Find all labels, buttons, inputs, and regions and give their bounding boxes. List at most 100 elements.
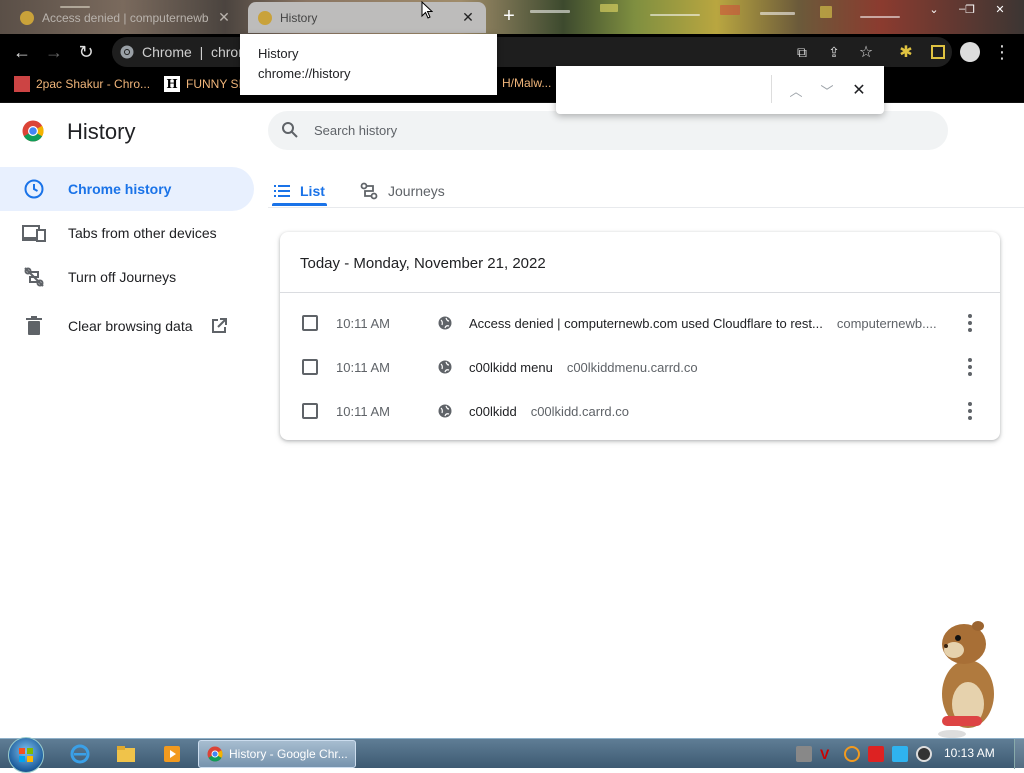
open-external-icon (211, 318, 227, 334)
divider (280, 292, 1000, 293)
close-tab-icon[interactable]: ✕ (216, 9, 232, 26)
bookmark-favicon-icon (14, 76, 30, 92)
entry-time: 10:11 AM (336, 315, 390, 331)
taskbar-chrome-window[interactable]: History - Google Chr... (198, 740, 356, 768)
day-header: Today - Monday, November 21, 2022 (300, 255, 546, 272)
entry-title-link[interactable]: Access denied | computernewb.com used Cl… (469, 316, 823, 331)
tab-journeys[interactable]: Journeys (360, 174, 445, 208)
find-next-icon[interactable]: ﹀ (816, 79, 838, 101)
tray-monitor-icon[interactable] (892, 746, 908, 762)
find-previous-icon[interactable]: ︿ (785, 79, 807, 101)
find-bar: ︿ ﹀ ✕ (556, 66, 884, 114)
history-entry[interactable]: 10:11 AM c00lkidd c00lkidd.carrd.co (280, 389, 1000, 433)
tab-hover-card: History chrome://history (240, 34, 497, 95)
chrome-logo-icon (22, 120, 44, 142)
entry-checkbox[interactable] (302, 315, 318, 331)
tab-title: Access denied | computernewb... (42, 10, 208, 25)
tray-flag-icon[interactable] (868, 746, 884, 762)
sidebar-item-turn-off-journeys[interactable]: Turn off Journeys (0, 255, 254, 299)
sidebar-item-clear-browsing-data[interactable]: Clear browsing data (0, 304, 254, 348)
tab-access-denied[interactable]: Access denied | computernewb... ✕ (10, 2, 242, 33)
tray-search-icon[interactable] (844, 746, 860, 762)
globe-icon (438, 316, 452, 330)
sidebar-item-label: Tabs from other devices (68, 225, 217, 241)
bookmark-label: 2pac Shakur - Chro... (36, 77, 151, 91)
page-title: History (67, 119, 136, 144)
tray-v-icon[interactable]: V (820, 746, 836, 762)
close-window-icon[interactable]: ✕ (986, 0, 1014, 18)
new-tab-button[interactable]: + (498, 6, 520, 28)
sidebar-item-label: Turn off Journeys (68, 269, 177, 285)
entry-title-link[interactable]: c00lkidd menu (469, 360, 553, 375)
h-favicon-icon: H (164, 76, 180, 92)
search-icon (281, 121, 299, 139)
mouse-cursor-icon (421, 1, 433, 19)
back-icon[interactable]: ← (10, 40, 34, 64)
bookmark-label: FUNNY SI (186, 77, 242, 91)
chrome-logo-icon (207, 746, 223, 762)
history-favicon-icon (258, 10, 272, 25)
devices-icon (0, 224, 68, 242)
find-input[interactable] (568, 76, 764, 104)
globe-icon (438, 404, 452, 418)
chrome-logo-icon (120, 45, 134, 59)
media-player-icon[interactable] (160, 742, 184, 766)
restore-icon[interactable]: ❐ (956, 0, 984, 18)
lens-icon[interactable]: ⧉ (790, 40, 814, 64)
bookmark-label: H/Malw... (502, 76, 552, 90)
history-page: History Search history Chrome history Ta… (0, 104, 1024, 738)
forward-icon[interactable]: → (42, 40, 66, 64)
tray-volume-icon[interactable] (916, 746, 932, 762)
share-icon[interactable]: ⇪ (822, 40, 846, 64)
entry-time: 10:11 AM (336, 359, 390, 375)
entry-domain: c00lkiddmenu.carrd.co (566, 359, 698, 375)
sidebar-item-label: Chrome history (68, 181, 172, 197)
address-text: Chrome | chrom (142, 44, 250, 60)
entry-domain: c00lkidd.carrd.co (530, 403, 629, 419)
tab-history[interactable]: History ✕ (248, 2, 486, 33)
bookmark-item[interactable]: 2pac Shakur - Chro... (14, 76, 150, 92)
hamster-desktop-pet (918, 616, 1008, 738)
clock-icon (0, 179, 68, 199)
reload-icon[interactable]: ↻ (74, 40, 98, 64)
bookmark-item[interactable]: H FUNNY SI (164, 76, 242, 92)
tray-app-icon[interactable] (796, 746, 812, 762)
bookmark-item[interactable]: H/Malw... (502, 76, 551, 90)
divider (771, 75, 772, 103)
tabs-divider (268, 207, 1024, 208)
show-desktop-button[interactable] (1014, 739, 1024, 769)
history-day-card: Today - Monday, November 21, 2022 10:11 … (280, 232, 1000, 440)
browser-toolbar: ← → ↻ Chrome | chrom ⧉ ⇪ ☆ ✱ ⋮ (0, 34, 1024, 70)
list-icon (274, 185, 290, 197)
more-actions-icon[interactable] (960, 401, 980, 421)
tab-strip: Access denied | computernewb... ✕ Histor… (0, 0, 1024, 34)
tab-label: Journeys (388, 183, 445, 199)
tab-label: List (300, 183, 325, 199)
site-favicon-icon (20, 10, 34, 25)
entry-checkbox[interactable] (302, 403, 318, 419)
side-panel-icon[interactable] (926, 40, 950, 64)
bookmark-star-icon[interactable]: ☆ (854, 40, 878, 64)
history-entry[interactable]: 10:11 AM Access denied | computernewb.co… (280, 301, 1000, 345)
close-tab-icon[interactable]: ✕ (460, 9, 476, 26)
system-clock[interactable]: 10:13 AM (944, 746, 995, 760)
file-explorer-icon[interactable] (114, 742, 138, 766)
sidebar-item-tabs-other-devices[interactable]: Tabs from other devices (0, 211, 254, 255)
internet-explorer-icon[interactable] (68, 742, 92, 766)
menu-kebab-icon[interactable]: ⋮ (990, 40, 1014, 64)
more-actions-icon[interactable] (960, 313, 980, 333)
more-actions-icon[interactable] (960, 357, 980, 377)
tab-search-icon[interactable]: ⌄ (920, 0, 948, 18)
entry-checkbox[interactable] (302, 359, 318, 375)
trash-icon (0, 316, 68, 336)
windows-taskbar: History - Google Chr... V 10:13 AM (0, 737, 1024, 773)
entry-title-link[interactable]: c00lkidd (469, 404, 517, 419)
profile-avatar[interactable] (958, 40, 982, 64)
history-entry[interactable]: 10:11 AM c00lkidd menu c00lkiddmenu.carrd… (280, 345, 1000, 389)
close-find-icon[interactable]: ✕ (848, 79, 870, 101)
entry-domain: computernewb.... (836, 315, 937, 331)
extensions-icon[interactable]: ✱ (894, 40, 918, 64)
sidebar-item-label: Clear browsing data (68, 318, 193, 334)
journeys-icon (360, 182, 378, 200)
sidebar-item-chrome-history[interactable]: Chrome history (0, 167, 254, 211)
